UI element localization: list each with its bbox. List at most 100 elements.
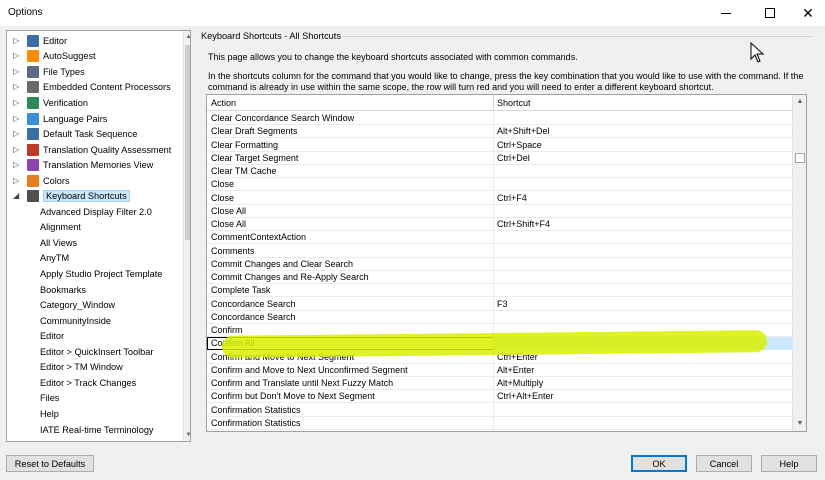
- shortcut-cell[interactable]: Alt+Shift+Del: [497, 126, 550, 136]
- table-row[interactable]: Complete Task: [207, 284, 793, 298]
- maximize-button[interactable]: [750, 0, 790, 26]
- action-cell[interactable]: Commit Changes and Clear Search: [211, 259, 353, 269]
- tree-child-item[interactable]: Editor > QuickInsert Toolbar: [7, 344, 153, 360]
- action-cell[interactable]: Close All: [211, 206, 246, 216]
- table-row[interactable]: Commit Changes and Clear Search: [207, 257, 793, 271]
- table-row[interactable]: Close: [207, 178, 793, 192]
- action-cell[interactable]: Confirmation Statistics: [211, 418, 301, 428]
- table-row[interactable]: Clear TM Cache: [207, 165, 793, 179]
- action-cell[interactable]: Comments: [211, 246, 255, 256]
- table-row[interactable]: Comments: [207, 244, 793, 258]
- tree-child-item[interactable]: Apply Studio Project Template: [7, 266, 162, 282]
- action-cell[interactable]: Close All: [211, 219, 246, 229]
- column-divider[interactable]: [493, 95, 494, 111]
- tree-child-item[interactable]: Bookmarks: [7, 282, 86, 298]
- expand-icon[interactable]: ▷: [13, 145, 21, 154]
- action-cell[interactable]: Clear Formatting: [211, 140, 278, 150]
- expand-icon[interactable]: ▷: [13, 52, 21, 60]
- table-row[interactable]: Clear Draft Segments Alt+Shift+Del: [207, 125, 793, 139]
- shortcut-cell[interactable]: F3: [497, 299, 508, 309]
- scroll-up-icon[interactable]: ▲: [793, 95, 806, 108]
- tree-item[interactable]: ▷ File Types: [7, 64, 85, 80]
- action-cell[interactable]: Concordance Search: [211, 312, 296, 322]
- shortcut-cell[interactable]: Ctrl+Shift+F4: [497, 219, 550, 229]
- table-row[interactable]: Close Ctrl+F4: [207, 191, 793, 205]
- tree-item[interactable]: ▷ Verification: [7, 95, 88, 111]
- expand-icon[interactable]: ▷: [13, 67, 21, 76]
- action-cell[interactable]: Confirmation Statistics: [211, 405, 301, 415]
- help-button[interactable]: Help: [761, 455, 817, 472]
- table-row[interactable]: Confirm but Don't Move to Next Segment Ct…: [207, 390, 793, 404]
- action-cell[interactable]: Concordance Search: [211, 299, 296, 309]
- shortcut-cell[interactable]: Alt+Multiply: [497, 378, 543, 388]
- tree-child-item[interactable]: Editor > Track Changes: [7, 375, 136, 391]
- action-cell[interactable]: Clear TM Cache: [211, 166, 276, 176]
- table-row[interactable]: CommentContextAction: [207, 231, 793, 245]
- tree-item[interactable]: ▷ Colors: [7, 173, 70, 189]
- table-row[interactable]: Confirmation Statistics: [207, 403, 793, 417]
- collapse-icon[interactable]: ◢: [13, 192, 21, 200]
- tree-child-item[interactable]: Files: [7, 391, 59, 407]
- grid-scrollbar[interactable]: ▲ ▼: [792, 95, 806, 431]
- tree-item[interactable]: ▷ Default Task Sequence: [7, 126, 137, 142]
- tree-child-item[interactable]: Advanced Display Filter 2.0: [7, 204, 152, 220]
- tree-item[interactable]: ▷ Translation Memories View: [7, 157, 153, 173]
- table-row[interactable]: Confirm and Translate until Next Fuzzy M…: [207, 377, 793, 391]
- action-cell[interactable]: Close: [211, 193, 234, 203]
- table-row[interactable]: Concordance Search F3: [207, 297, 793, 311]
- column-header-shortcut[interactable]: Shortcut: [497, 98, 531, 108]
- tree-item[interactable]: ▷ AutoSuggest: [7, 49, 96, 65]
- action-cell[interactable]: Clear Target Segment: [211, 153, 298, 163]
- scroll-down-icon[interactable]: ▼: [184, 429, 190, 441]
- table-row[interactable]: Clear Target Segment Ctrl+Del: [207, 151, 793, 165]
- tree-child-item[interactable]: AnyTM: [7, 251, 69, 267]
- expand-icon[interactable]: ▷: [13, 176, 21, 185]
- tree-child-item[interactable]: IATE Real-time Terminology: [7, 422, 154, 438]
- shortcut-cell[interactable]: Ctrl+Alt+Enter: [497, 391, 554, 401]
- action-cell[interactable]: Complete Task: [211, 285, 270, 295]
- ok-button[interactable]: OK: [631, 455, 687, 472]
- action-cell[interactable]: CommentContextAction: [211, 232, 306, 242]
- expand-icon[interactable]: ▷: [13, 83, 21, 91]
- shortcut-cell[interactable]: Ctrl+Del: [497, 153, 530, 163]
- table-row[interactable]: Close All Ctrl+Shift+F4: [207, 218, 793, 232]
- expand-icon[interactable]: ▷: [13, 36, 21, 45]
- tree-item[interactable]: ▷ Translation Quality Assessment: [7, 142, 171, 158]
- tree-child-item[interactable]: Editor: [7, 328, 64, 344]
- expand-icon[interactable]: ▷: [13, 98, 21, 107]
- reset-to-defaults-button[interactable]: Reset to Defaults: [6, 455, 94, 472]
- tree-child-item[interactable]: Category_Window: [7, 297, 115, 313]
- shortcut-cell[interactable]: Alt+Enter: [497, 365, 534, 375]
- action-cell[interactable]: Confirm but Don't Move to Next Segment: [211, 391, 375, 401]
- tree-child-item[interactable]: Help: [7, 406, 59, 422]
- tree-item[interactable]: ▷ Editor: [7, 33, 67, 49]
- options-tree[interactable]: Integrated Spell Viewer IATE Real-time Te…: [6, 30, 191, 442]
- grid-scroll-thumb[interactable]: [795, 153, 805, 163]
- table-row[interactable]: Confirm and Move to Next Unconfirmed Seg…: [207, 363, 793, 377]
- table-row[interactable]: Concordance Search: [207, 310, 793, 324]
- table-row[interactable]: Commit Changes and Re-Apply Search: [207, 271, 793, 285]
- tree-item[interactable]: ▷ Language Pairs: [7, 111, 107, 127]
- action-cell[interactable]: Commit Changes and Re-Apply Search: [211, 272, 369, 282]
- table-row[interactable]: Clear Concordance Search Window: [207, 112, 793, 126]
- scroll-up-icon[interactable]: ▲: [184, 31, 190, 43]
- action-cell[interactable]: Confirm: [211, 325, 243, 335]
- action-cell[interactable]: Clear Draft Segments: [211, 126, 298, 136]
- shortcuts-grid[interactable]: Action Shortcut ▲ ▼ Clear Concordance Se…: [206, 94, 807, 432]
- table-row[interactable]: Confirmation Statistics: [207, 416, 793, 430]
- shortcut-cell[interactable]: Ctrl+Space: [497, 140, 542, 150]
- tree-scroll-thumb[interactable]: [185, 45, 190, 240]
- expand-icon[interactable]: ▷: [13, 130, 21, 138]
- action-cell[interactable]: Close: [211, 179, 234, 189]
- expand-icon[interactable]: ▷: [13, 114, 21, 123]
- tree-child-item[interactable]: Alignment: [7, 220, 81, 236]
- action-cell[interactable]: Confirm and Translate until Next Fuzzy M…: [211, 378, 393, 388]
- tree-child-item[interactable]: Integrated Spell Viewer: [7, 437, 135, 441]
- minimize-button[interactable]: [706, 0, 746, 26]
- tree-scrollbar[interactable]: ▲ ▼: [183, 31, 190, 441]
- table-row[interactable]: Clear Formatting Ctrl+Space: [207, 138, 793, 152]
- action-cell[interactable]: Confirm and Move to Next Unconfirmed Seg…: [211, 365, 408, 375]
- tree-item[interactable]: ▷ Embedded Content Processors: [7, 80, 171, 96]
- tree-item[interactable]: ◢ Keyboard Shortcuts: [7, 189, 130, 205]
- shortcut-cell[interactable]: Ctrl+F4: [497, 193, 527, 203]
